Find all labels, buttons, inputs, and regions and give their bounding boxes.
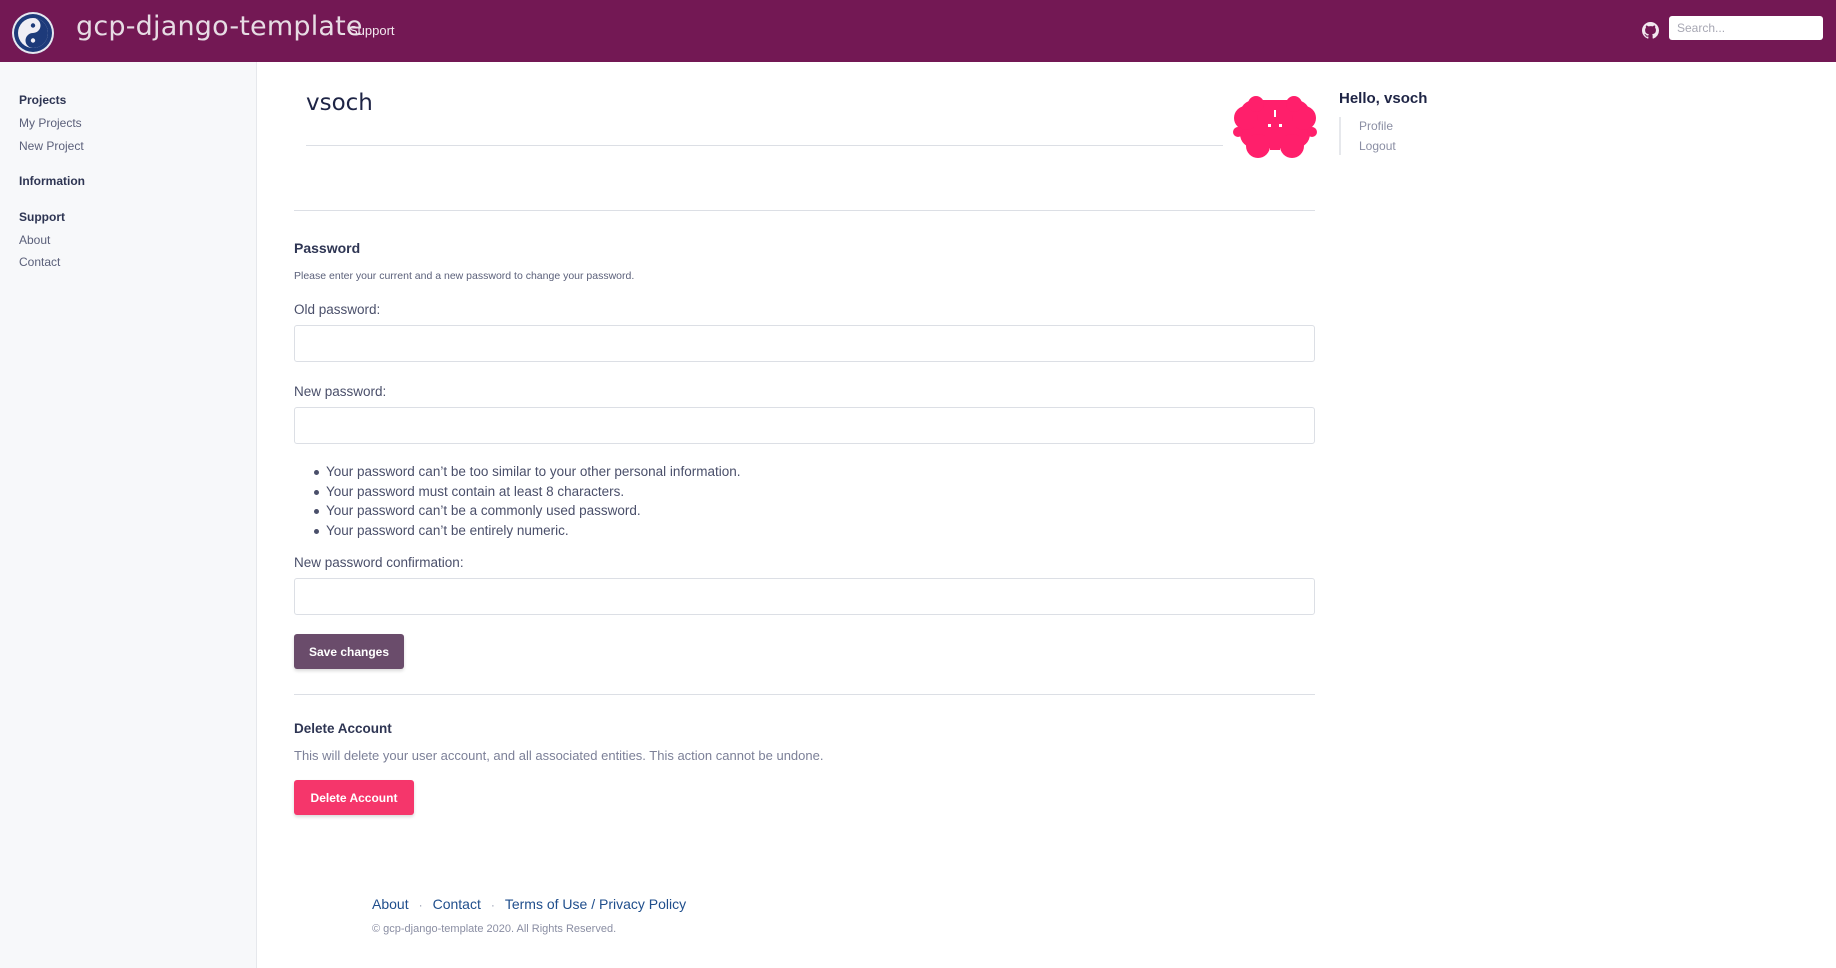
nav-support-link[interactable]: Support bbox=[349, 23, 395, 38]
old-password-field[interactable] bbox=[294, 325, 1315, 362]
footer-about-link[interactable]: About bbox=[372, 896, 409, 912]
separator: · bbox=[490, 898, 495, 912]
footer-contact-link[interactable]: Contact bbox=[433, 896, 481, 912]
delete-section-title: Delete Account bbox=[294, 721, 392, 736]
profile-link[interactable]: Profile bbox=[1359, 119, 1393, 133]
logo-icon[interactable] bbox=[12, 12, 54, 54]
page-title: vsoch bbox=[306, 90, 373, 116]
password-section-title: Password bbox=[294, 240, 361, 256]
sidebar-heading-projects: Projects bbox=[19, 93, 67, 107]
sidebar-item-contact[interactable]: Contact bbox=[19, 255, 60, 269]
logout-link[interactable]: Logout bbox=[1359, 139, 1396, 153]
sidebar-item-my-projects[interactable]: My Projects bbox=[19, 116, 82, 130]
divider bbox=[306, 145, 1223, 146]
footer-links: About · Contact · Terms of Use / Privacy Pol… bbox=[372, 896, 686, 912]
sidebar-item-about[interactable]: About bbox=[19, 233, 50, 247]
sidebar: Projects My Projects New Project Informa… bbox=[0, 62, 257, 968]
sidebar-heading-support: Support bbox=[19, 210, 65, 224]
copyright: © gcp-django-template 2020. All Rights R… bbox=[372, 923, 617, 935]
password-help-text: Please enter your current and a new pass… bbox=[294, 270, 635, 282]
github-icon[interactable] bbox=[1642, 22, 1659, 39]
search-input[interactable] bbox=[1669, 16, 1823, 40]
new-password-label: New password: bbox=[294, 384, 387, 399]
confirm-password-label: New password confirmation: bbox=[294, 555, 464, 570]
site-brand[interactable]: gcp-django-template bbox=[76, 11, 363, 42]
save-changes-button[interactable]: Save changes bbox=[294, 634, 404, 669]
divider bbox=[294, 694, 1315, 695]
delete-warning-text: This will delete your user account, and … bbox=[294, 748, 824, 763]
separator: · bbox=[418, 898, 423, 912]
delete-account-button[interactable]: Delete Account bbox=[294, 780, 414, 815]
password-rules-list: Your password can’t be too similar to yo… bbox=[314, 462, 740, 540]
list-item: Your password can’t be entirely numeric. bbox=[314, 521, 740, 541]
sidebar-item-new-project[interactable]: New Project bbox=[19, 139, 84, 153]
old-password-label: Old password: bbox=[294, 302, 381, 317]
list-item: Your password can’t be too similar to yo… bbox=[314, 462, 740, 482]
avatar bbox=[1232, 96, 1318, 160]
footer-terms-link[interactable]: Terms of Use / Privacy Policy bbox=[505, 896, 686, 912]
top-navbar: gcp-django-template Support bbox=[0, 0, 1836, 62]
new-password-field[interactable] bbox=[294, 407, 1315, 444]
greeting: Hello, vsoch bbox=[1339, 90, 1428, 107]
confirm-password-field[interactable] bbox=[294, 578, 1315, 615]
divider bbox=[294, 210, 1315, 211]
sidebar-heading-information[interactable]: Information bbox=[19, 174, 85, 188]
list-item: Your password must contain at least 8 ch… bbox=[314, 482, 740, 502]
divider bbox=[1339, 117, 1341, 155]
list-item: Your password can’t be a commonly used p… bbox=[314, 501, 740, 521]
